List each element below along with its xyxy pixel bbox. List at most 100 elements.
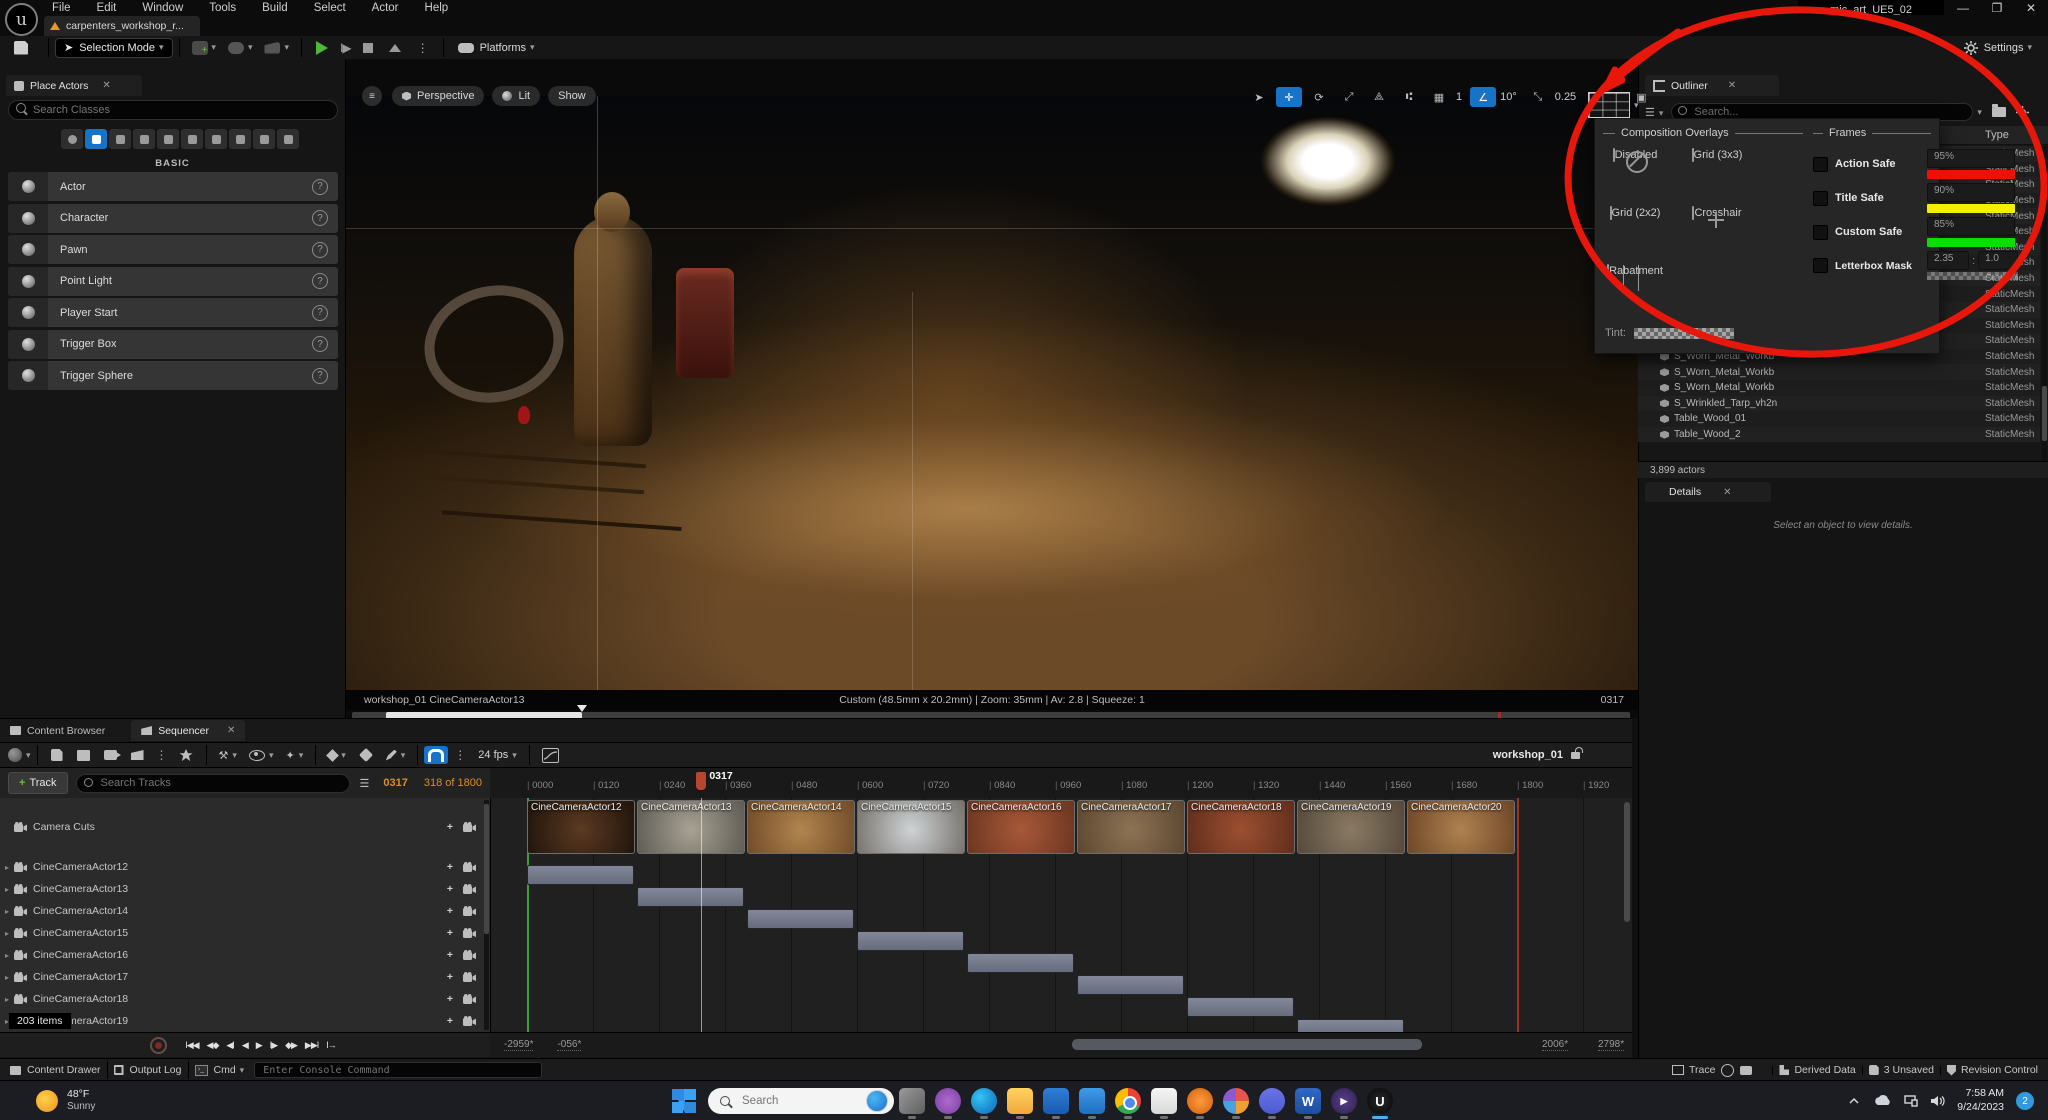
cmd-dropdown[interactable]: ›_Cmd▾ (195, 1064, 245, 1076)
letterbox-ratio-y[interactable]: 1.0 (1978, 251, 2018, 270)
search-classes-input[interactable] (8, 100, 338, 120)
range-right-inner[interactable]: 2006* (1542, 1039, 1568, 1051)
cinematics-dropdown[interactable]: ▾ (264, 42, 289, 54)
add-section-button[interactable]: + (447, 861, 453, 873)
scale-snap-icon[interactable]: ⤡ (1525, 87, 1551, 107)
track-camera-cuts[interactable]: Camera Cuts+ (0, 798, 490, 857)
davinci-resolve-icon[interactable] (1223, 1088, 1249, 1114)
custom-safe-color-bar[interactable] (1927, 238, 2015, 247)
help-icon[interactable]: ? (312, 273, 328, 289)
show-dropdown[interactable]: Show (548, 86, 596, 106)
notepad-icon[interactable] (1151, 1088, 1177, 1114)
camera-lock-button[interactable] (463, 972, 476, 982)
edge-browser-icon[interactable] (971, 1088, 997, 1114)
menu-window[interactable]: Window (142, 2, 183, 14)
unreal-engine-icon[interactable]: U (1367, 1088, 1393, 1114)
category-media-icon[interactable] (253, 129, 275, 149)
expander-icon[interactable]: ▸ (0, 885, 14, 894)
camera-cut-section[interactable]: CineCameraActor14 (747, 800, 855, 854)
skip-button[interactable]: I▶ (340, 41, 351, 55)
viewport-scene[interactable] (346, 96, 1638, 690)
discord-icon[interactable] (1259, 1088, 1285, 1114)
camera-lock-button[interactable] (463, 950, 476, 960)
weather-widget[interactable]: 48°F Sunny (36, 1088, 95, 1114)
world-gizmo-button[interactable]: ⟁ (1366, 87, 1392, 107)
browse-sequence-icon[interactable] (77, 750, 90, 761)
mail-icon[interactable] (1079, 1088, 1105, 1114)
place-actor-item-point-light[interactable]: Point Light? (8, 267, 338, 296)
expander-icon[interactable]: ▸ (0, 907, 14, 916)
track-list-scrollbar[interactable] (484, 800, 489, 1030)
action-safe-color-bar[interactable] (1927, 170, 2015, 179)
select-tool-button[interactable]: ➤ (1246, 87, 1272, 107)
scale-tool-button[interactable]: ⤢ (1336, 87, 1362, 107)
add-section-button[interactable]: + (447, 993, 453, 1005)
track-cinecameraactor17[interactable]: ▸CineCameraActor17+ (0, 966, 490, 989)
create-camera-icon[interactable] (104, 750, 117, 760)
new-folder-icon[interactable] (1992, 107, 2006, 117)
scrubber-playhead-icon[interactable] (577, 705, 587, 712)
volume-icon[interactable] (1930, 1095, 1945, 1107)
play-button[interactable] (316, 41, 328, 55)
sequencer-prev-frame-button[interactable]: ◀I (226, 1040, 233, 1051)
console-command-input[interactable] (254, 1062, 542, 1078)
category-recent-icon[interactable] (61, 129, 83, 149)
filter-icon[interactable]: ☰ (360, 777, 370, 790)
track-section-bar[interactable] (1297, 1019, 1404, 1032)
expander-icon[interactable]: ▸ (0, 995, 14, 1004)
range-left-outer[interactable]: -2959* (504, 1039, 533, 1051)
record-button[interactable] (150, 1037, 167, 1054)
render-options-kebab-icon[interactable]: ⋮ (156, 748, 168, 762)
menu-actor[interactable]: Actor (372, 2, 399, 14)
chrome-icon[interactable] (1115, 1088, 1141, 1114)
title-safe-color-bar[interactable] (1927, 204, 2015, 213)
category-geometry-icon[interactable] (181, 129, 203, 149)
place-actor-item-trigger-box[interactable]: Trigger Box? (8, 330, 338, 359)
range-right-outer[interactable]: 2798* (1598, 1039, 1624, 1051)
camera-lock-button[interactable] (463, 928, 476, 938)
camera-cut-section[interactable]: CineCameraActor16 (967, 800, 1075, 854)
expander-icon[interactable]: ▸ (0, 973, 14, 982)
place-actor-item-actor[interactable]: Actor? (8, 172, 338, 201)
playhead-line[interactable] (701, 798, 702, 1032)
category-all-icon[interactable] (277, 129, 299, 149)
sequencer-tab[interactable]: Sequencer ✕ (131, 720, 245, 741)
settings-dropdown[interactable]: Settings ▾ (1964, 41, 2032, 55)
track-cinecameraactor18[interactable]: ▸CineCameraActor18+ (0, 988, 490, 1011)
custom-safe-value[interactable]: 85% (1927, 217, 2015, 236)
grid-snap-value[interactable]: 1 (1456, 91, 1462, 103)
add-section-button[interactable]: + (447, 883, 453, 895)
title-safe-checkbox[interactable] (1813, 191, 1828, 206)
add-section-button[interactable]: + (447, 971, 453, 983)
close-icon[interactable]: ✕ (1723, 487, 1731, 498)
overlay-option-grid3x3[interactable]: Grid (3x3) (1685, 149, 1749, 161)
track-cinecameraactor14[interactable]: ▸CineCameraActor14+ (0, 900, 490, 923)
microsoft-store-icon[interactable] (1043, 1088, 1069, 1114)
expander-icon[interactable]: ▸ (0, 929, 14, 938)
close-icon[interactable]: ✕ (102, 80, 110, 91)
play-options-kebab-icon[interactable]: ⋮ (417, 41, 429, 55)
category-cinematic-icon[interactable] (133, 129, 155, 149)
timeline-vertical-scrollbar[interactable] (1624, 802, 1630, 922)
track-section-bar[interactable] (967, 953, 1074, 973)
playhead-marker[interactable] (696, 772, 706, 790)
timeline-ruler[interactable]: | 0000| 0120| 0240| 0360| 0480| 0600| 07… (490, 768, 1632, 799)
content-browser-tab[interactable]: Content Browser (0, 720, 115, 741)
menu-build[interactable]: Build (262, 2, 288, 14)
add-track-button[interactable]: + Track (8, 772, 68, 794)
camera-lock-button[interactable] (463, 884, 476, 894)
scale-snap-value[interactable]: 0.25 (1555, 91, 1576, 103)
search-options-chevron-icon[interactable]: ▾ (1977, 107, 1982, 118)
menu-select[interactable]: Select (314, 2, 346, 14)
platforms-dropdown[interactable]: Platforms ▾ (458, 42, 535, 54)
add-actor-dropdown[interactable]: +▾ (192, 39, 216, 56)
rotate-tool-button[interactable]: ⟳ (1306, 87, 1332, 107)
sequencer-next-frame-button[interactable]: I▶ (270, 1040, 277, 1051)
fps-dropdown[interactable]: 24 fps▾ (478, 749, 517, 761)
camera-cut-section[interactable]: CineCameraActor18 (1187, 800, 1295, 854)
tint-swatch[interactable] (1634, 328, 1734, 339)
camera-lock-button[interactable] (463, 1016, 476, 1026)
track-section-bar[interactable] (527, 865, 634, 885)
derived-data-button[interactable]: Derived Data (1779, 1064, 1855, 1076)
add-section-button[interactable]: + (447, 927, 453, 939)
